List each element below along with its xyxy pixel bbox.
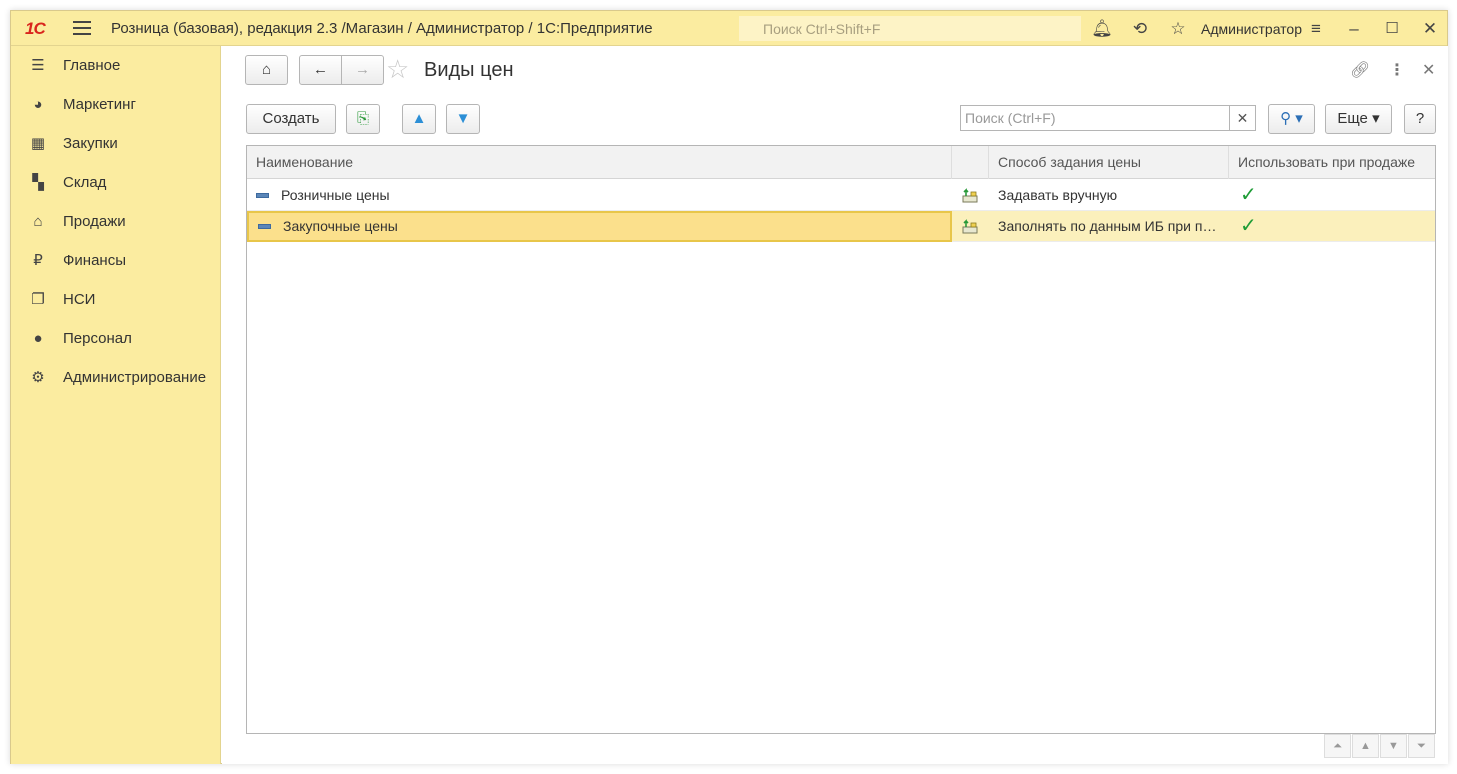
row-name-cell: Закупочные цены	[247, 211, 952, 242]
sidebar-item-label: Администрирование	[63, 369, 207, 386]
search-options-button[interactable]: ⚲ ▾	[1268, 104, 1315, 134]
settings-menu-icon[interactable]: ≡	[1305, 18, 1327, 40]
1c-logo: 1С	[25, 19, 46, 38]
scroll-to-bottom-icon[interactable]: ⏷	[1408, 734, 1435, 758]
favorites-star-icon[interactable]: ☆	[1167, 18, 1189, 40]
move-up-button[interactable]: ▲	[402, 104, 436, 134]
price-type-icon	[962, 188, 978, 203]
global-search-input[interactable]	[739, 16, 1081, 41]
element-icon	[256, 192, 269, 198]
sidebar-item-sales[interactable]: ⌂ Продажи	[11, 207, 221, 237]
sidebar: ☰ Главное ◕ Маркетинг ▦ Закупки ▚ Склад …	[11, 46, 221, 764]
warehouse-icon: ▚	[32, 174, 44, 191]
pie-chart-icon: ◕	[33, 96, 43, 113]
documents-icon: ❐	[31, 291, 45, 308]
help-button[interactable]: ?	[1404, 104, 1436, 134]
maximize-icon[interactable]: ☐	[1381, 18, 1403, 40]
check-icon: ✓	[1240, 184, 1257, 206]
row-method-cell: Заполнять по данным ИБ при поступлении	[998, 218, 1219, 234]
table-header: Наименование Способ задания цены Использ…	[247, 146, 1435, 179]
sidebar-item-label: НСИ	[63, 291, 96, 308]
search-input[interactable]	[960, 105, 1230, 131]
check-icon: ✓	[1240, 215, 1257, 237]
scroll-to-top-icon[interactable]: ⏶	[1324, 734, 1351, 758]
sidebar-item-label: Закупки	[63, 135, 118, 152]
sidebar-item-label: Маркетинг	[63, 96, 136, 113]
main-menu-icon[interactable]	[73, 21, 91, 35]
sidebar-item-main[interactable]: ☰ Главное	[11, 51, 221, 81]
more-button-label: Еще	[1337, 110, 1368, 127]
sidebar-item-marketing[interactable]: ◕ Маркетинг	[11, 90, 221, 120]
sidebar-item-finance[interactable]: ₽ Финансы	[11, 246, 221, 276]
sidebar-item-label: Склад	[63, 174, 107, 191]
person-icon: ●	[33, 330, 43, 347]
sidebar-item-purchases[interactable]: ▦ Закупки	[11, 129, 221, 159]
column-header-use-in-sales[interactable]: Использовать при продаже	[1229, 146, 1435, 179]
sidebar-item-administration[interactable]: ⚙ Администрирование	[11, 363, 221, 393]
scroll-down-icon[interactable]: ▼	[1380, 734, 1407, 758]
ruble-icon: ₽	[33, 252, 43, 269]
row-name: Розничные цены	[281, 187, 390, 203]
cart-icon: ▦	[30, 135, 46, 152]
element-icon	[258, 223, 271, 229]
row-name-cell: Розничные цены	[247, 180, 952, 211]
back-button[interactable]: ←	[299, 55, 342, 85]
app-title: Розница (базовая), редакция 2.3 /Магазин…	[111, 20, 653, 37]
user-name[interactable]: Администратор	[1201, 21, 1302, 37]
close-icon[interactable]: ✕	[1419, 18, 1441, 40]
column-header-name[interactable]: Наименование	[247, 146, 952, 179]
sidebar-item-label: Главное	[63, 57, 121, 74]
link-icon[interactable]: 🔗︎	[1350, 60, 1370, 80]
column-header-icon[interactable]	[952, 146, 989, 179]
table-row[interactable]: Розничные цены Задавать вручную ✓	[247, 180, 1435, 211]
table-row-selected[interactable]: Закупочные цены Заполнять по данным ИБ п…	[247, 211, 1435, 242]
more-button[interactable]: Еще ▾	[1325, 104, 1392, 134]
create-button[interactable]: Создать	[246, 104, 336, 134]
column-header-method[interactable]: Способ задания цены	[989, 146, 1229, 179]
app-window: 1С Розница (базовая), редакция 2.3 /Мага…	[10, 10, 1448, 764]
title-bar: 1С Розница (базовая), редакция 2.3 /Мага…	[11, 11, 1447, 46]
bell-icon[interactable]: 🔔︎	[1091, 18, 1113, 40]
sidebar-item-personnel[interactable]: ● Персонал	[11, 324, 221, 354]
gear-icon: ⚙	[31, 369, 45, 386]
scroll-up-icon[interactable]: ▲	[1352, 734, 1379, 758]
sidebar-item-warehouse[interactable]: ▚ Склад	[11, 168, 221, 198]
create-copy-button[interactable]: ⎘	[346, 104, 380, 134]
minimize-icon[interactable]: –	[1343, 18, 1365, 40]
favorite-star-icon[interactable]: ☆	[386, 56, 409, 82]
price-types-table[interactable]: Наименование Способ задания цены Использ…	[246, 145, 1436, 734]
row-name: Закупочные цены	[283, 218, 398, 234]
move-down-button[interactable]: ▼	[446, 104, 480, 134]
sidebar-item-label: Финансы	[63, 252, 126, 269]
row-method-cell: Задавать вручную	[998, 187, 1118, 203]
forward-button[interactable]: →	[341, 55, 384, 85]
page-title: Виды цен	[424, 59, 514, 81]
price-type-icon	[962, 219, 978, 234]
more-vertical-icon[interactable]: ⋮	[1389, 60, 1405, 80]
close-form-icon[interactable]: ✕	[1422, 60, 1435, 80]
basket-icon: ⌂	[33, 213, 43, 230]
history-icon[interactable]: ⟲	[1129, 18, 1151, 40]
sidebar-item-label: Персонал	[63, 330, 132, 347]
clear-search-icon[interactable]: ✕	[1230, 105, 1256, 131]
sidebar-item-label: Продажи	[63, 213, 126, 230]
menu-icon: ☰	[31, 57, 45, 74]
sidebar-item-nsi[interactable]: ❐ НСИ	[11, 285, 221, 315]
main-content: ⌂ ← → ☆ Виды цен 🔗︎ ⋮ ✕ Создать ⎘ ▲ ▼ ✕ …	[222, 46, 1448, 764]
home-button[interactable]: ⌂	[245, 55, 288, 85]
